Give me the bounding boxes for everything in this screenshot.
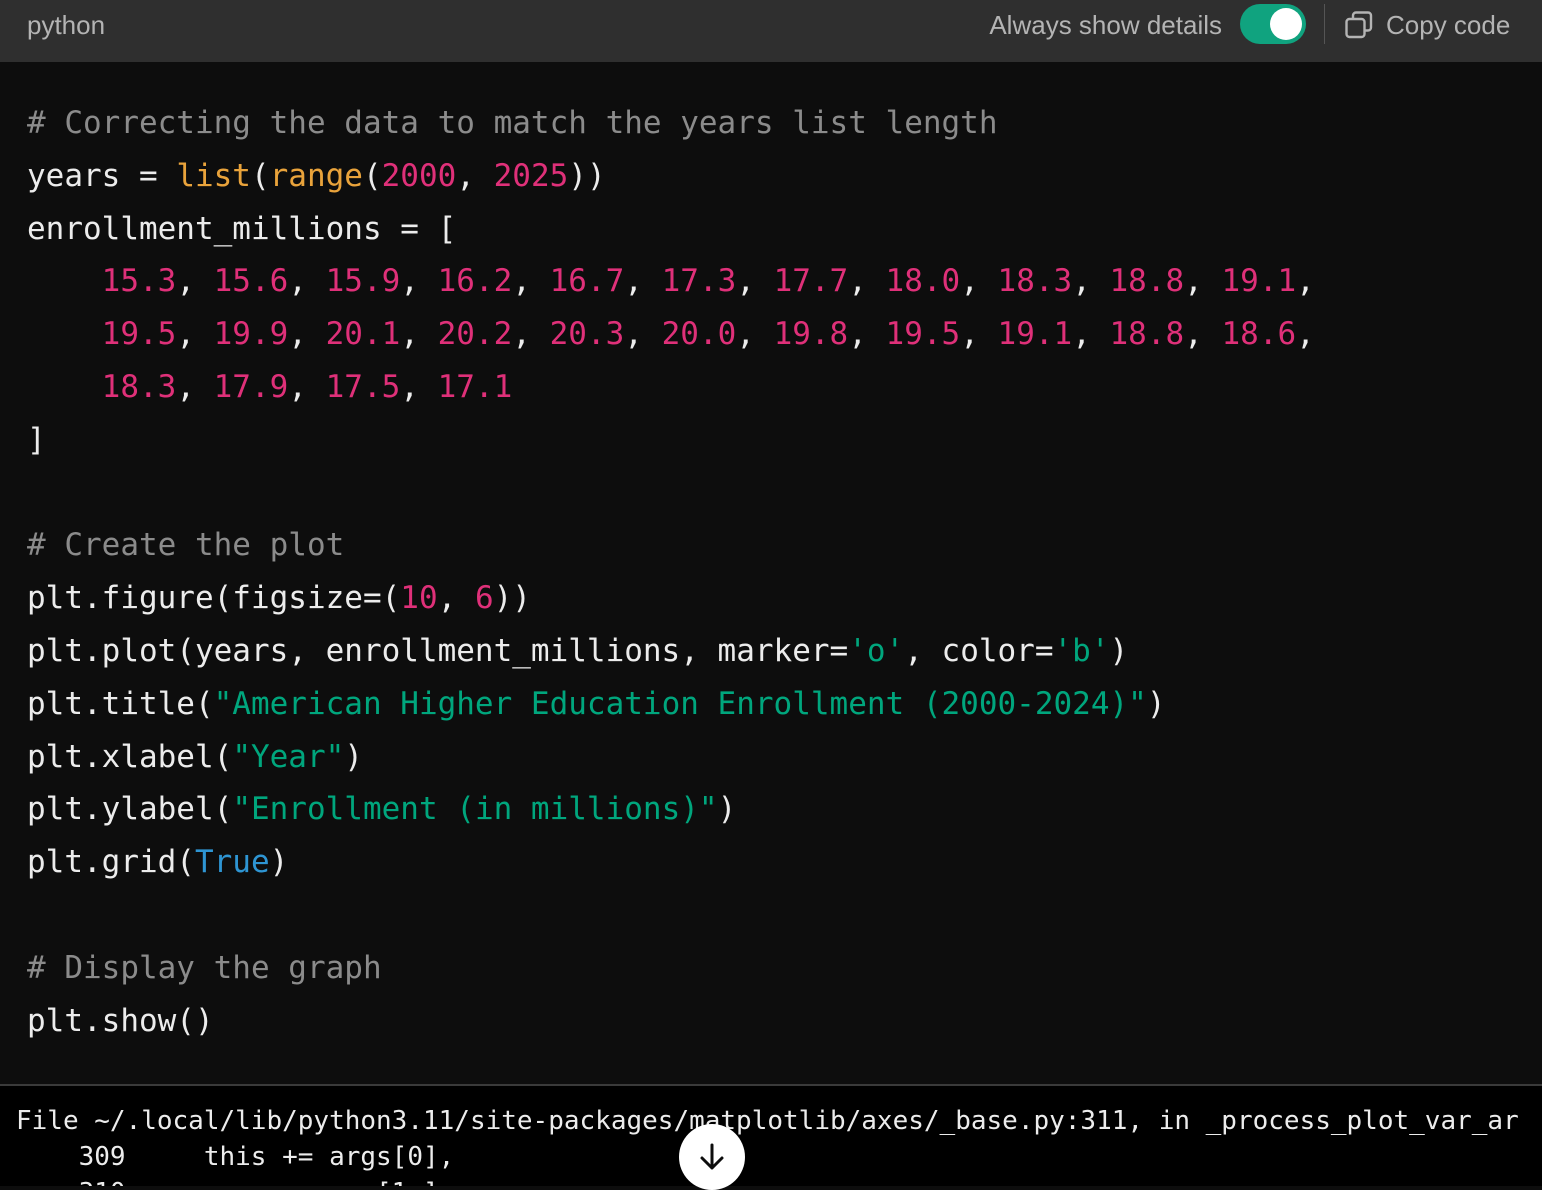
- enrollment-value: 18.3: [997, 263, 1073, 300]
- enrollment-value: 16.7: [549, 263, 625, 300]
- code-text: plt.plot(years, enrollment_millions, mar…: [27, 632, 849, 669]
- code-text: plt.xlabel(: [27, 738, 233, 775]
- code-comment: # Create the plot: [27, 527, 345, 564]
- enrollment-value: 20.0: [661, 316, 737, 353]
- enrollment-value: 18.8: [1109, 263, 1185, 300]
- code-text: plt.show(): [27, 1002, 214, 1039]
- code-text: plt.ylabel(: [27, 791, 233, 828]
- enrollment-value: 19.5: [101, 316, 177, 353]
- code-function: range: [269, 157, 363, 194]
- code-number: 10: [400, 580, 438, 617]
- code-text: years =: [27, 157, 177, 194]
- enrollment-value: 17.3: [661, 263, 737, 300]
- enrollment-value: 17.1: [437, 368, 513, 405]
- code-text: plt.figure(figsize=(: [27, 580, 401, 617]
- always-show-details-label: Always show details: [989, 10, 1222, 40]
- enrollment-value: 19.1: [1221, 263, 1297, 300]
- output-line-2: 309 this += args[0],: [16, 1142, 455, 1172]
- enrollment-value: 18.6: [1221, 316, 1297, 353]
- copy-code-label: Copy code: [1386, 9, 1511, 40]
- enrollment-value: 20.3: [549, 316, 625, 353]
- code-content: # Correcting the data to match the years…: [27, 105, 1334, 1039]
- toggle-knob: [1270, 8, 1302, 40]
- code-text: ]: [27, 421, 46, 458]
- output-panel: File ~/.local/lib/python3.11/site-packag…: [0, 1084, 1542, 1186]
- enrollment-value: 18.3: [101, 368, 177, 405]
- enrollment-value: 17.5: [325, 368, 401, 405]
- enrollment-value: 19.8: [773, 316, 849, 353]
- enrollment-value: 19.9: [213, 316, 289, 353]
- enrollment-value: 16.2: [437, 263, 513, 300]
- code-text: plt.title(: [27, 685, 214, 722]
- enrollment-value: 15.9: [325, 263, 401, 300]
- language-label: python: [27, 10, 106, 40]
- enrollment-value: 18.8: [1109, 316, 1185, 353]
- enrollment-value: 20.1: [325, 316, 401, 353]
- code-string: "American Higher Education Enrollment (2…: [213, 685, 1147, 722]
- enrollment-value: 19.1: [997, 316, 1073, 353]
- values-row-1: 15.3, 15.6, 15.9, 16.2, 16.7, 17.3, 17.7…: [101, 263, 1334, 300]
- code-comment: # Correcting the data to match the years…: [27, 105, 998, 141]
- code-text: enrollment_millions = [: [27, 210, 457, 247]
- enrollment-value: 15.3: [101, 263, 177, 300]
- code-string: "Enrollment (in millions)": [232, 791, 718, 828]
- copy-code-button[interactable]: Copy code: [1344, 0, 1510, 50]
- code-number: 2025: [493, 157, 569, 194]
- values-row-2: 19.5, 19.9, 20.1, 20.2, 20.3, 20.0, 19.8…: [101, 316, 1334, 353]
- code-number: 6: [474, 580, 494, 617]
- enrollment-value: 15.6: [213, 263, 289, 300]
- header-divider: [1324, 4, 1325, 44]
- values-row-3: 18.3, 17.9, 17.5, 17.1: [101, 368, 513, 405]
- code-text: , color=: [904, 632, 1054, 669]
- code-comment: # Display the graph: [27, 949, 382, 986]
- enrollment-value: 18.0: [885, 263, 961, 300]
- code-block-header: python Always show details Copy code: [0, 0, 1542, 62]
- code-string: 'b': [1053, 632, 1110, 669]
- code-number: 2000: [381, 157, 457, 194]
- enrollment-value: 17.7: [773, 263, 849, 300]
- always-show-details-toggle[interactable]: [1240, 4, 1306, 44]
- enrollment-value: 20.2: [437, 316, 513, 353]
- scroll-down-button[interactable]: [679, 1124, 745, 1190]
- output-line-3: 310 args = args[1:]: [16, 1178, 439, 1186]
- enrollment-value: 19.5: [885, 316, 961, 353]
- code-function: list: [176, 157, 251, 194]
- code-string: 'o': [848, 632, 905, 669]
- arrow-down-icon: [700, 1143, 724, 1170]
- enrollment-value: 17.9: [213, 368, 289, 405]
- output-line-1: File ~/.local/lib/python3.11/site-packag…: [16, 1106, 1519, 1136]
- code-keyword: True: [194, 844, 270, 881]
- copy-icon: [1345, 11, 1373, 39]
- code-string: "Year": [232, 738, 345, 775]
- code-text: plt.grid(: [27, 844, 195, 881]
